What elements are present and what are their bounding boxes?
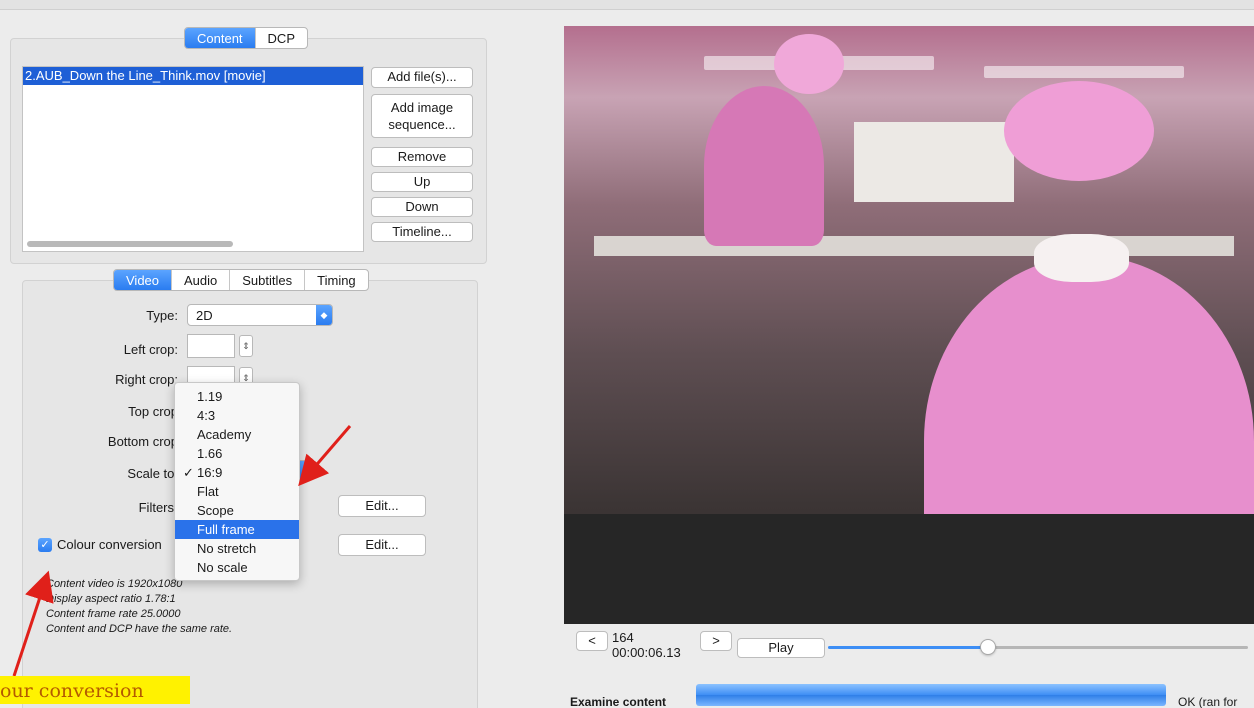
content-info-line3: Content frame rate 25.0000 <box>46 608 181 620</box>
job-status-text: OK (ran for <box>1178 695 1238 708</box>
previous-frame-button[interactable]: < <box>576 631 608 651</box>
settings-tab-bar: Video Audio Subtitles Timing <box>113 269 369 291</box>
scale-option-16-9[interactable]: ✓ 16:9 <box>175 463 299 482</box>
scale-option-full-frame[interactable]: Full frame <box>175 520 299 539</box>
annotation-highlight-text: our conversion <box>0 676 190 704</box>
scale-option-4-3[interactable]: 4:3 <box>175 406 299 425</box>
frame-number: 164 <box>612 630 634 645</box>
left-panel: Content DCP 2.AUB_Down the Line_Think.mo… <box>0 10 548 708</box>
timeline-button[interactable]: Timeline... <box>371 222 473 242</box>
scale-option-flat[interactable]: Flat <box>175 482 299 501</box>
table-surface <box>564 514 1254 624</box>
checkmark-icon: ✓ <box>183 465 194 480</box>
up-button[interactable]: Up <box>371 172 473 192</box>
horizontal-scrollbar[interactable] <box>27 241 233 247</box>
scale-option-scope[interactable]: Scope <box>175 501 299 520</box>
content-file-list[interactable]: 2.AUB_Down the Line_Think.mov [movie] <box>22 66 364 252</box>
top-crop-label: Top crop <box>128 404 178 419</box>
playback-slider-knob[interactable] <box>979 639 996 655</box>
add-image-sequence-line1: Add image <box>390 100 454 115</box>
scale-option-no-stretch[interactable]: No stretch <box>175 539 299 558</box>
content-info-line4: Content and DCP have the same rate. <box>46 623 233 635</box>
add-image-sequence-line2: sequence... <box>388 117 456 132</box>
workbench <box>594 236 1234 256</box>
right-panel: < 164 00:00:06.13 > Play Examine content… <box>548 10 1254 708</box>
timecode: 00:00:06.13 <box>612 645 681 660</box>
add-files-button[interactable]: Add file(s)... <box>371 67 473 88</box>
scale-option-1-66[interactable]: 1.66 <box>175 444 299 463</box>
sewing-machine <box>854 122 1014 202</box>
scale-option-1-19[interactable]: 1.19 <box>175 387 299 406</box>
scale-option-academy[interactable]: Academy <box>175 425 299 444</box>
content-tab-bar: Content DCP <box>184 27 308 49</box>
scale-option-no-scale[interactable]: No scale <box>175 558 299 577</box>
type-select-value: 2D <box>196 308 213 323</box>
video-preview <box>564 26 1254 624</box>
tab-audio[interactable]: Audio <box>172 270 231 290</box>
window-title-bar <box>0 0 1254 10</box>
down-button[interactable]: Down <box>371 197 473 217</box>
tab-video[interactable]: Video <box>114 270 173 290</box>
next-frame-button[interactable]: > <box>700 631 732 651</box>
ceiling-light <box>984 66 1184 78</box>
foreground-worker-cap <box>1004 81 1154 181</box>
background-worker-head <box>774 34 844 94</box>
remove-button[interactable]: Remove <box>371 147 473 167</box>
left-crop-label: Left crop: <box>123 342 178 357</box>
left-crop-input[interactable] <box>187 334 235 358</box>
tab-subtitles[interactable]: Subtitles <box>230 270 306 290</box>
tab-content[interactable]: Content <box>185 28 256 48</box>
scale-option-16-9-label: 16:9 <box>197 465 223 480</box>
content-info-line1: Content video is 1920x1080 <box>46 578 183 590</box>
scale-to-dropdown-menu: 1.19 4:3 Academy 1.66 ✓ 16:9 Flat Scope … <box>174 382 300 581</box>
bottom-crop-label: Bottom crop <box>107 434 178 449</box>
select-arrows-icon: ◆ <box>316 305 332 325</box>
type-label: Type: <box>146 308 178 323</box>
background-worker <box>704 86 824 246</box>
foreground-worker-mask <box>1034 234 1129 282</box>
filters-label: Filters <box>138 500 174 515</box>
tab-dcp[interactable]: DCP <box>256 28 307 48</box>
file-list-item[interactable]: 2.AUB_Down the Line_Think.mov [movie] <box>23 67 363 85</box>
playback-slider-track[interactable] <box>987 646 1248 649</box>
colour-conversion-label: Colour conversion <box>57 537 162 552</box>
play-button[interactable]: Play <box>737 638 825 658</box>
examine-content-progress <box>696 684 1166 706</box>
content-info-line2: Display aspect ratio 1.78:1 <box>46 593 176 605</box>
add-image-sequence-button[interactable]: Add image sequence... <box>371 94 473 138</box>
type-select[interactable]: 2D ◆ <box>187 304 333 326</box>
right-crop-label: Right crop: <box>115 372 178 387</box>
examine-content-label: Examine content <box>570 695 667 708</box>
colour-conversion-edit-button[interactable]: Edit... <box>338 534 426 556</box>
filters-edit-button[interactable]: Edit... <box>338 495 426 517</box>
scale-to-label: Scale to: <box>127 466 178 481</box>
playback-slider-filled[interactable] <box>828 646 988 649</box>
left-crop-stepper[interactable]: ⇕ <box>239 335 253 357</box>
tab-timing[interactable]: Timing <box>305 270 368 290</box>
colour-conversion-checkbox[interactable]: ✓ <box>38 538 52 552</box>
